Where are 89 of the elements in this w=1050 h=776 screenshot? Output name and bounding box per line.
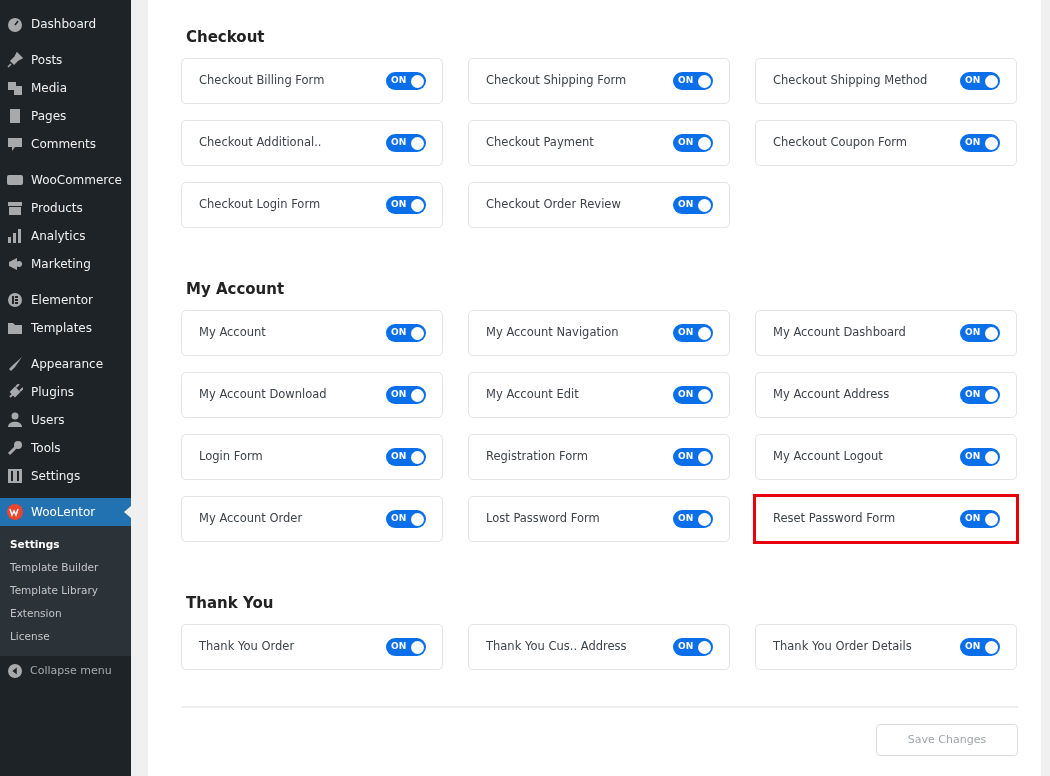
sidebar-item[interactable]: Posts bbox=[0, 46, 131, 74]
option-label: Checkout Billing Form bbox=[199, 72, 325, 90]
toggle-switch[interactable]: ON bbox=[673, 72, 713, 90]
toggle-switch[interactable]: ON bbox=[673, 510, 713, 528]
collapse-menu-button[interactable]: Collapse menu bbox=[0, 656, 131, 687]
toggle-switch[interactable]: ON bbox=[386, 638, 426, 656]
option-label: My Account Logout bbox=[773, 448, 883, 466]
toggle-switch[interactable]: ON bbox=[960, 72, 1000, 90]
box-icon bbox=[7, 200, 23, 216]
toggle-switch[interactable]: ON bbox=[386, 196, 426, 214]
toggle-switch[interactable]: ON bbox=[960, 324, 1000, 342]
option-label: Checkout Payment bbox=[486, 134, 594, 152]
section-heading: Thank You bbox=[186, 594, 275, 612]
sidebar-item[interactable]: Marketing bbox=[0, 250, 131, 278]
section-heading: Checkout bbox=[186, 28, 266, 46]
toggle-switch[interactable]: ON bbox=[386, 386, 426, 404]
sidebar-item[interactable]: Settings bbox=[0, 462, 131, 490]
toggle-switch[interactable]: ON bbox=[673, 638, 713, 656]
option-label: Checkout Shipping Method bbox=[773, 72, 928, 90]
speech-bubble-icon bbox=[7, 136, 23, 152]
sidebar-item[interactable]: Media bbox=[0, 74, 131, 102]
logo-icon bbox=[7, 504, 23, 520]
sidebar-item[interactable]: WooLentor bbox=[0, 498, 131, 526]
option-label: Thank You Cus.. Address bbox=[486, 638, 627, 656]
toggle-switch[interactable]: ON bbox=[386, 448, 426, 466]
option-label: Lost Password Form bbox=[486, 510, 600, 528]
toggle-switch[interactable]: ON bbox=[960, 448, 1000, 466]
submenu-item[interactable]: License bbox=[0, 625, 131, 648]
folder-icon bbox=[7, 320, 23, 336]
toggle-switch[interactable]: ON bbox=[673, 448, 713, 466]
option-label: Checkout Login Form bbox=[199, 196, 321, 214]
section-heading: My Account bbox=[186, 280, 286, 298]
option-label: Reset Password Form bbox=[773, 510, 896, 528]
option-label: Registration Form bbox=[486, 448, 588, 466]
bar-chart-icon bbox=[7, 228, 23, 244]
gauge-icon bbox=[7, 16, 23, 32]
submenu-item[interactable]: Settings bbox=[0, 533, 131, 556]
option-label: Thank You Order bbox=[199, 638, 295, 656]
sidebar-item[interactable]: WooCommerce bbox=[0, 166, 131, 194]
submenu-item[interactable]: Extension bbox=[0, 602, 131, 625]
plug-icon bbox=[7, 384, 23, 400]
sidebar-item[interactable]: Comments bbox=[0, 130, 131, 158]
toggle-switch[interactable]: ON bbox=[386, 510, 426, 528]
toggle-switch[interactable]: ON bbox=[386, 72, 426, 90]
toggle-switch[interactable]: ON bbox=[960, 510, 1000, 528]
sidebar-item[interactable]: Pages bbox=[0, 102, 131, 130]
option-label: Checkout Order Review bbox=[486, 196, 621, 214]
pointer-icon bbox=[124, 506, 131, 518]
option-label: Checkout Shipping Form bbox=[486, 72, 627, 90]
toggle-switch[interactable]: ON bbox=[673, 324, 713, 342]
submenu-item[interactable]: Template Library bbox=[0, 579, 131, 602]
wrench-icon bbox=[7, 440, 23, 456]
option-label: My Account Order bbox=[199, 510, 303, 528]
toggle-switch[interactable]: ON bbox=[673, 386, 713, 404]
sidebar-item[interactable]: Templates bbox=[0, 314, 131, 342]
toggle-switch[interactable]: ON bbox=[386, 134, 426, 152]
option-label: Checkout Coupon Form bbox=[773, 134, 908, 152]
pin-icon bbox=[7, 52, 23, 68]
toggle-switch[interactable]: ON bbox=[673, 134, 713, 152]
toggle-switch[interactable]: ON bbox=[673, 196, 713, 214]
brush-icon bbox=[7, 356, 23, 372]
sidebar-item[interactable]: Appearance bbox=[0, 350, 131, 378]
toggle-switch[interactable]: ON bbox=[386, 324, 426, 342]
sidebar-item[interactable]: Tools bbox=[0, 434, 131, 462]
sliders-icon bbox=[7, 468, 23, 484]
option-label: My Account Download bbox=[199, 386, 327, 404]
sidebar-item[interactable]: Analytics bbox=[0, 222, 131, 250]
toggle-switch[interactable]: ON bbox=[960, 638, 1000, 656]
toggle-switch[interactable]: ON bbox=[960, 134, 1000, 152]
submenu-item[interactable]: Template Builder bbox=[0, 556, 131, 579]
sidebar-item[interactable]: Users bbox=[0, 406, 131, 434]
user-icon bbox=[7, 412, 23, 428]
sidebar-item[interactable]: Elementor bbox=[0, 286, 131, 314]
sidebar-item[interactable]: Plugins bbox=[0, 378, 131, 406]
circle-icon bbox=[7, 292, 23, 308]
option-label: Login Form bbox=[199, 448, 263, 466]
sidebar-item[interactable]: Products bbox=[0, 194, 131, 222]
option-label: My Account Dashboard bbox=[773, 324, 906, 342]
megaphone-icon bbox=[7, 256, 23, 272]
toggle-switch[interactable]: ON bbox=[960, 386, 1000, 404]
option-label: My Account Address bbox=[773, 386, 890, 404]
sidebar-item[interactable]: Dashboard bbox=[0, 10, 131, 38]
option-label: Checkout Additional.. bbox=[199, 134, 322, 152]
option-label: My Account Navigation bbox=[486, 324, 619, 342]
option-label: My Account Edit bbox=[486, 386, 579, 404]
pages-icon bbox=[7, 108, 23, 124]
option-label: Thank You Order Details bbox=[773, 638, 912, 656]
collapse-icon bbox=[8, 664, 22, 679]
option-label: My Account bbox=[199, 324, 266, 342]
